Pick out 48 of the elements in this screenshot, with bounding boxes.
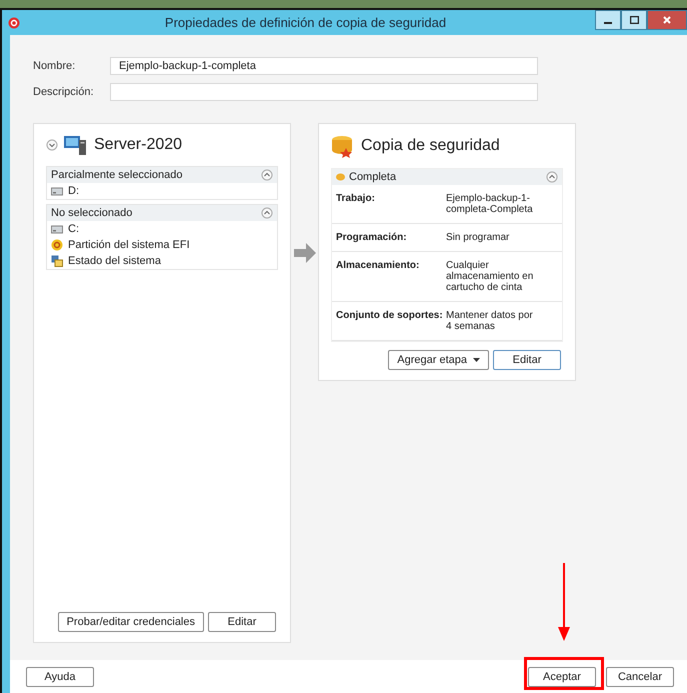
minimize-button[interactable]	[595, 10, 621, 30]
edit-button[interactable]: Editar	[208, 612, 276, 632]
property-label: Almacenamiento:	[336, 260, 420, 273]
text-field[interactable]	[110, 83, 538, 101]
field-label: Descripción:	[33, 86, 95, 98]
close-icon	[663, 16, 671, 24]
property-value: Mantener datos por 4 semanas	[446, 310, 534, 332]
property-value: Ejemplo-backup-1-completa-Completa	[446, 193, 534, 215]
property-label: Conjunto de soportes:	[336, 310, 444, 323]
credentials-button[interactable]: Probar/editar credenciales	[58, 612, 204, 632]
add-stage-button[interactable]: Agregar etapa	[388, 350, 489, 370]
collapse-icon[interactable]	[546, 171, 558, 183]
backup-stage-icon	[331, 134, 355, 158]
help-button[interactable]: Ayuda	[26, 666, 94, 686]
section-title: Completa	[349, 171, 396, 183]
item-label: D:	[68, 185, 79, 197]
cancel-button[interactable]: Cancelar	[606, 666, 674, 686]
system-state-icon	[51, 255, 63, 267]
window-title: Propiedades de definición de copia de seguridad	[164, 15, 448, 30]
ok-button[interactable]: Aceptar	[528, 666, 596, 686]
maximize-icon	[630, 16, 638, 24]
stage-title: Copia de seguridad	[361, 137, 500, 155]
property-label: Trabajo:	[336, 193, 376, 206]
item-label: C:	[68, 223, 79, 235]
partition-icon	[51, 239, 63, 251]
app-logo-icon	[8, 16, 20, 28]
group-title: Parcialmente seleccionado	[51, 169, 182, 181]
collapse-icon[interactable]	[261, 169, 273, 181]
property-value: Sin programar	[446, 232, 510, 243]
group-title: No seleccionado	[51, 207, 132, 219]
maximize-button[interactable]	[621, 10, 647, 30]
drive-icon	[51, 224, 63, 234]
property-label: Programación:	[336, 232, 408, 243]
text-field[interactable]: Ejemplo-backup-1-completa	[110, 57, 538, 75]
close-button[interactable]	[647, 10, 687, 30]
disk-icon	[336, 173, 345, 181]
drive-icon	[51, 186, 63, 196]
edit-button[interactable]: Editar	[493, 350, 561, 370]
field-label: Nombre:	[33, 60, 76, 72]
item-label: Estado del sistema	[68, 255, 161, 267]
server-icon	[64, 134, 88, 156]
item-label: Partición del sistema EFI	[68, 239, 190, 251]
flow-arrow-icon	[294, 243, 316, 263]
server-name: Server-2020	[94, 136, 182, 154]
collapse-icon[interactable]	[261, 207, 273, 219]
dropdown-icon	[473, 358, 480, 362]
expand-icon[interactable]	[46, 139, 58, 151]
property-value: Cualquier almacenamiento en cartucho de cinta	[446, 260, 534, 293]
